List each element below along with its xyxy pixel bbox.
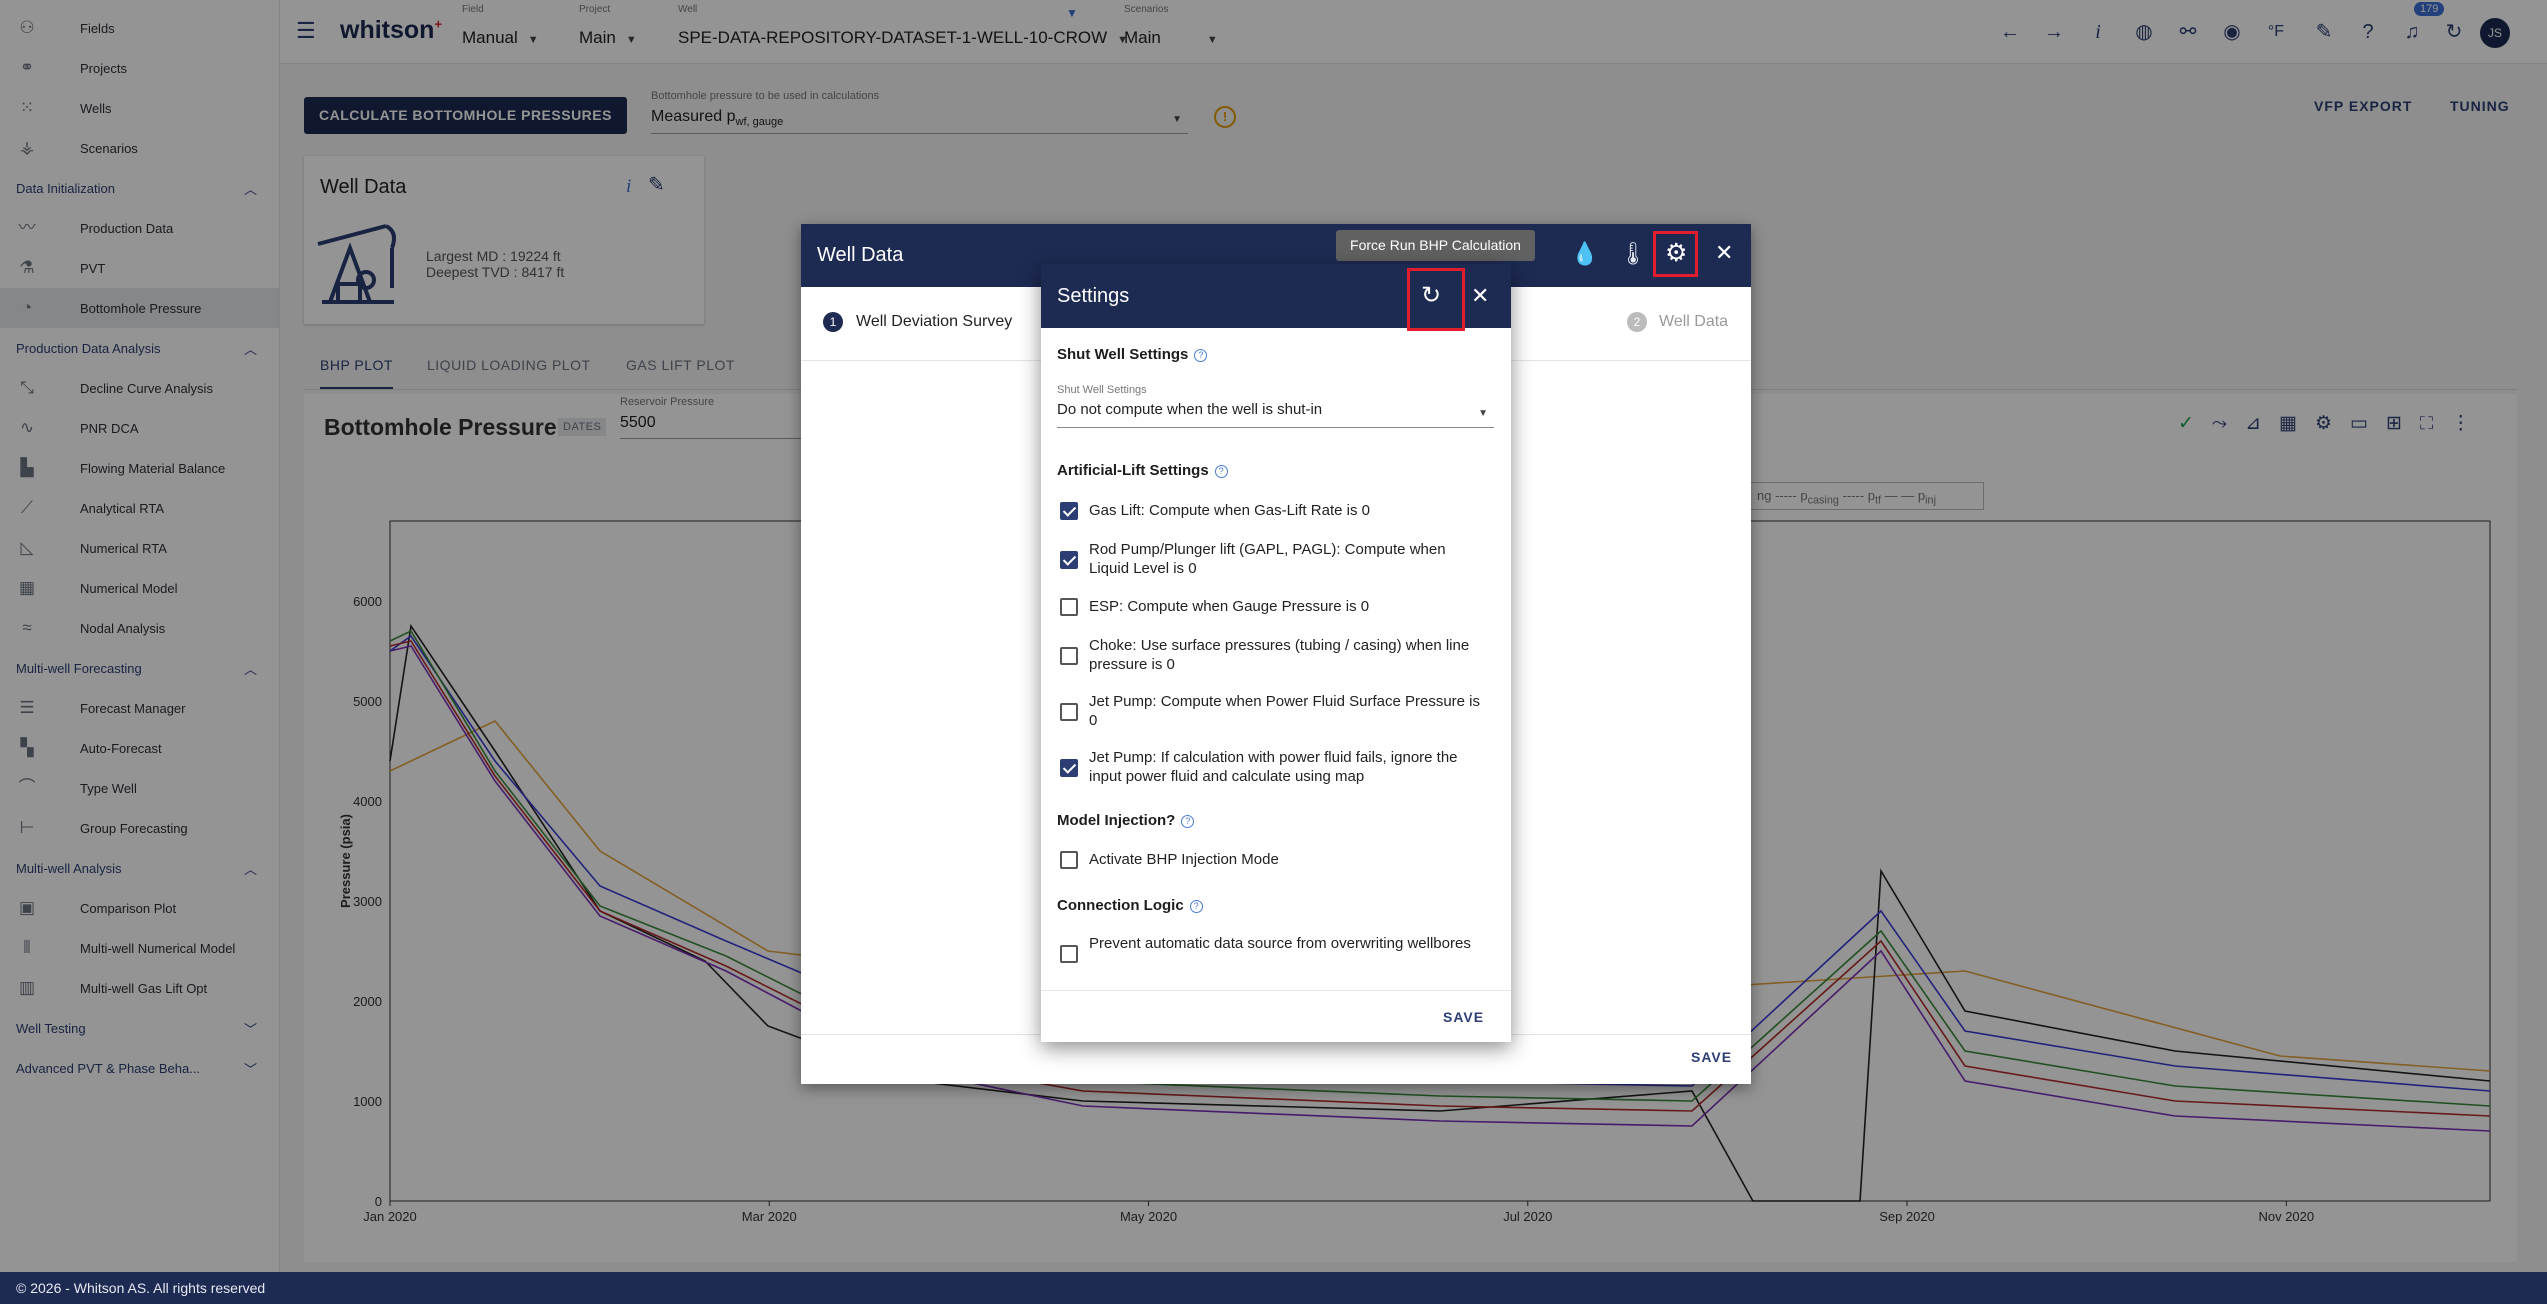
help-icon[interactable]: ? bbox=[1194, 349, 1208, 362]
force-run-tooltip: Force Run BHP Calculation bbox=[1336, 230, 1535, 261]
step-2-number: 2 bbox=[1627, 312, 1647, 332]
jet-pump-map-option-label: Jet Pump: If calculation with power flui… bbox=[1089, 749, 1458, 785]
drop-icon[interactable]: 💧 bbox=[1571, 241, 1598, 267]
rod-pump-option-label: Rod Pump/Plunger lift (GAPL, PAGL): Comp… bbox=[1089, 541, 1446, 577]
rod-pump-checkbox[interactable] bbox=[1060, 551, 1078, 569]
settings-title: Settings bbox=[1057, 285, 1130, 307]
thermometer-icon[interactable]: 🌡 bbox=[1619, 241, 1647, 267]
well-data-dialog-title: Well Data bbox=[817, 244, 904, 266]
divider bbox=[1041, 990, 1511, 991]
jet-pump-map-checkbox[interactable] bbox=[1060, 759, 1078, 777]
jet-pump-power-fluid-option-label: Jet Pump: Compute when Power Fluid Surfa… bbox=[1089, 693, 1481, 729]
artificial-lift-settings-header: Artificial-Lift Settings? bbox=[1057, 462, 1228, 479]
footer: © 2026 - Whitson AS. All rights reserved bbox=[0, 1272, 2547, 1304]
gas-lift-option-label: Gas Lift: Compute when Gas-Lift Rate is … bbox=[1089, 502, 1370, 519]
help-icon[interactable]: ? bbox=[1189, 900, 1203, 913]
bhp-injection-checkbox[interactable] bbox=[1060, 851, 1078, 869]
choke-checkbox[interactable] bbox=[1060, 647, 1078, 665]
well-data-save-button[interactable]: SAVE bbox=[1691, 1049, 1732, 1065]
step-1-label[interactable]: Well Deviation Survey bbox=[856, 313, 1012, 331]
prevent-overwrite-option-label: Prevent automatic data source from overw… bbox=[1089, 935, 1471, 952]
model-injection-header: Model Injection?? bbox=[1057, 812, 1195, 829]
step-2-label[interactable]: Well Data bbox=[1659, 313, 1728, 331]
choke-option-label: Choke: Use surface pressures (tubing / c… bbox=[1089, 637, 1470, 673]
close-icon[interactable]: ✕ bbox=[1471, 283, 1489, 309]
prevent-overwrite-checkbox[interactable] bbox=[1060, 945, 1078, 963]
esp-option-label: ESP: Compute when Gauge Pressure is 0 bbox=[1089, 598, 1370, 615]
force-run-highlight bbox=[1407, 268, 1465, 331]
shut-well-settings-header: Shut Well Settings? bbox=[1057, 346, 1208, 363]
close-icon[interactable]: ✕ bbox=[1715, 240, 1733, 266]
bhp-injection-option-label: Activate BHP Injection Mode bbox=[1089, 851, 1279, 868]
shut-well-settings-select[interactable]: Do not compute when the well is shut-in ▼ bbox=[1057, 399, 1494, 428]
help-icon[interactable]: ? bbox=[1181, 815, 1195, 828]
help-icon[interactable]: ? bbox=[1214, 465, 1228, 478]
connection-logic-header: Connection Logic? bbox=[1057, 897, 1203, 914]
dropdown-arrow-icon: ▼ bbox=[1478, 408, 1488, 419]
esp-checkbox[interactable] bbox=[1060, 598, 1078, 616]
jet-pump-power-fluid-checkbox[interactable] bbox=[1060, 703, 1078, 721]
gear-highlight bbox=[1653, 231, 1698, 277]
shut-well-settings-label: Shut Well Settings bbox=[1057, 384, 1147, 396]
step-1-number: 1 bbox=[823, 312, 843, 332]
gas-lift-checkbox[interactable] bbox=[1060, 502, 1078, 520]
settings-save-button[interactable]: SAVE bbox=[1443, 1009, 1484, 1025]
